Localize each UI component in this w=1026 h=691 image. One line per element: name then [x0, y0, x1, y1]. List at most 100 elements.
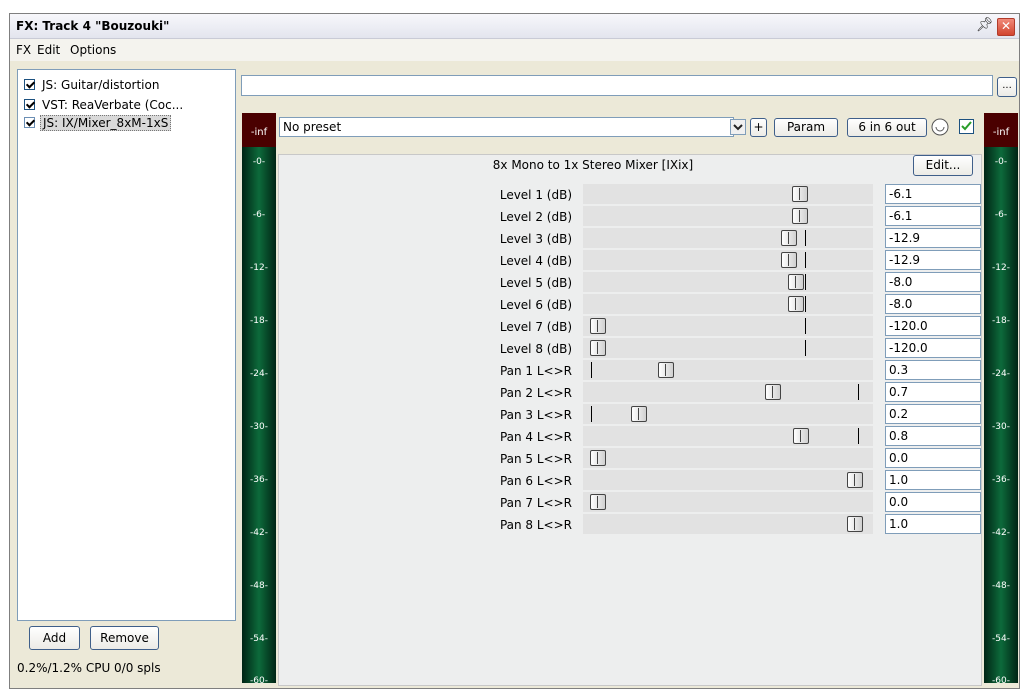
wet-knob-icon[interactable]	[930, 117, 950, 137]
param-label: Pan 6 L<>R	[499, 474, 572, 488]
default-marker	[858, 384, 859, 400]
add-button[interactable]: Add	[29, 626, 80, 650]
title-bar[interactable]: FX: Track 4 "Bouzouki" 📌︎ ✕	[10, 14, 1019, 39]
param-value[interactable]: -12.9	[885, 250, 981, 270]
param-value[interactable]: -6.1	[885, 184, 981, 204]
pin-icon[interactable]: 📌︎	[976, 17, 994, 33]
param-value[interactable]: -8.0	[885, 294, 981, 314]
fx-item-label: VST: ReaVerbate (Coc...	[42, 98, 184, 112]
meter-tick: -60-	[250, 676, 268, 686]
add-preset-button[interactable]: +	[750, 118, 767, 137]
param-slider[interactable]	[583, 316, 873, 336]
enable-checkbox[interactable]	[24, 99, 35, 110]
remove-button[interactable]: Remove	[90, 626, 159, 650]
param-value[interactable]: 0.3	[885, 360, 981, 380]
param-slider[interactable]	[583, 492, 873, 512]
param-slider[interactable]	[583, 404, 873, 424]
slider-handle[interactable]	[781, 230, 797, 246]
default-marker	[591, 362, 592, 378]
fx-item-label: JS: Guitar/distortion	[42, 78, 160, 92]
param-value[interactable]: -120.0	[885, 316, 981, 336]
slider-handle[interactable]	[847, 516, 863, 532]
param-slider[interactable]	[583, 294, 873, 314]
param-label: Pan 1 L<>R	[499, 364, 572, 378]
default-marker	[805, 318, 806, 334]
param-slider[interactable]	[583, 228, 873, 248]
param-value[interactable]: 1.0	[885, 470, 981, 490]
meter-tick: -54-	[992, 634, 1010, 644]
param-slider[interactable]	[583, 184, 873, 204]
param-label: Pan 7 L<>R	[499, 496, 572, 510]
close-icon[interactable]: ✕	[997, 18, 1015, 36]
cpu-status: 0.2%/1.2% CPU 0/0 spls	[17, 661, 161, 675]
meter-tick: -42-	[992, 528, 1010, 538]
menu-options[interactable]: Options	[70, 43, 116, 57]
default-marker	[591, 406, 592, 422]
param-label: Level 6 (dB)	[499, 298, 572, 312]
preset-select[interactable]: No preset	[279, 117, 734, 137]
param-slider[interactable]	[583, 272, 873, 292]
bypass-checkbox[interactable]	[959, 119, 974, 134]
meter-tick: -18-	[992, 316, 1010, 326]
meter-tick: -30-	[250, 422, 268, 432]
slider-handle[interactable]	[793, 428, 809, 444]
param-value[interactable]: 1.0	[885, 514, 981, 534]
chevron-down-icon[interactable]	[730, 119, 746, 135]
param-slider[interactable]	[583, 382, 873, 402]
param-slider[interactable]	[583, 514, 873, 534]
menu-fx[interactable]: FX	[16, 43, 31, 57]
param-label: Level 2 (dB)	[499, 210, 572, 224]
edit-button[interactable]: Edit...	[913, 155, 973, 176]
slider-handle[interactable]	[781, 252, 797, 268]
param-value[interactable]: 0.0	[885, 492, 981, 512]
io-routing-button[interactable]: 6 in 6 out	[847, 118, 927, 137]
slider-handle[interactable]	[590, 450, 606, 466]
param-slider[interactable]	[583, 448, 873, 468]
slider-handle[interactable]	[792, 186, 808, 202]
param-value[interactable]: -12.9	[885, 228, 981, 248]
default-marker	[805, 252, 806, 268]
meter-inf-label: -inf	[992, 127, 1010, 138]
slider-handle[interactable]	[631, 406, 647, 422]
slider-handle[interactable]	[590, 318, 606, 334]
meter-tick: -36-	[992, 475, 1010, 485]
plugin-name: 8x Mono to 1x Stereo Mixer [IXix]	[492, 158, 694, 172]
meter-tick: -42-	[250, 528, 268, 538]
param-slider[interactable]	[583, 206, 873, 226]
slider-handle[interactable]	[658, 362, 674, 378]
param-slider[interactable]	[583, 338, 873, 358]
default-marker	[805, 230, 806, 246]
param-value[interactable]: -8.0	[885, 272, 981, 292]
param-value[interactable]: 0.8	[885, 426, 981, 446]
param-label: Pan 2 L<>R	[499, 386, 572, 400]
param-slider[interactable]	[583, 470, 873, 490]
param-value[interactable]: 0.0	[885, 448, 981, 468]
slider-handle[interactable]	[765, 384, 781, 400]
param-label: Pan 5 L<>R	[499, 452, 572, 466]
enable-checkbox[interactable]	[24, 79, 35, 90]
slider-handle[interactable]	[788, 274, 804, 290]
param-value[interactable]: 0.7	[885, 382, 981, 402]
param-slider[interactable]	[583, 250, 873, 270]
slider-handle[interactable]	[847, 472, 863, 488]
slider-handle[interactable]	[590, 340, 606, 356]
param-value[interactable]: 0.2	[885, 404, 981, 424]
fx-chain-list[interactable]: JS: Guitar/distortion VST: ReaVerbate (C…	[17, 69, 236, 621]
param-button[interactable]: Param	[774, 118, 838, 137]
param-label: Pan 3 L<>R	[499, 408, 572, 422]
slider-handle[interactable]	[590, 494, 606, 510]
param-value[interactable]: -6.1	[885, 206, 981, 226]
param-label: Level 8 (dB)	[499, 342, 572, 356]
param-value[interactable]: -120.0	[885, 338, 981, 358]
param-slider[interactable]	[583, 360, 873, 380]
default-marker	[805, 274, 806, 290]
slider-handle[interactable]	[788, 296, 804, 312]
slider-handle[interactable]	[792, 208, 808, 224]
menu-edit[interactable]: Edit	[37, 43, 60, 57]
fx-name-field[interactable]	[241, 75, 993, 96]
meter-tick: -0-	[252, 157, 266, 167]
browse-button[interactable]: ...	[997, 77, 1017, 97]
enable-checkbox[interactable]	[24, 117, 35, 128]
output-meter: -inf -0- -6- -12- -18- -24- -30- -36- -4…	[984, 113, 1018, 686]
param-slider[interactable]	[583, 426, 873, 446]
